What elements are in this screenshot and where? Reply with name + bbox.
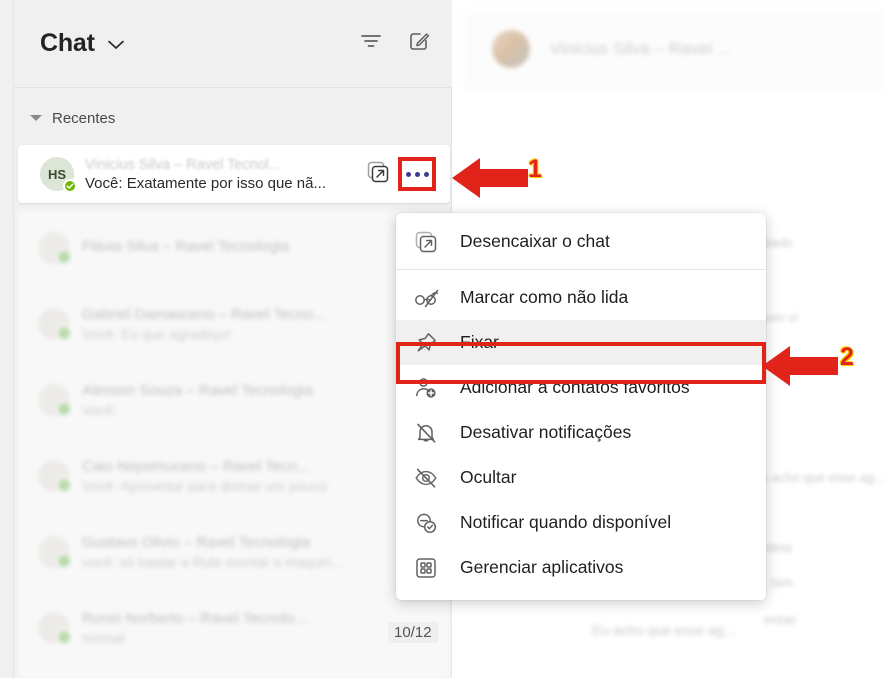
header-actions <box>360 30 430 57</box>
menu-divider <box>396 269 766 270</box>
chat-name: Caio Nepomuceno – Ravel Tecn... <box>82 458 310 475</box>
chat-list-item-active[interactable]: HS Vinicius Silva – Ravel Tecnol... Você… <box>18 145 450 203</box>
blurred-chat-list: Flávia Silva – Ravel Tecnologia Gabriel … <box>18 210 450 678</box>
avatar <box>38 612 72 645</box>
avatar <box>38 232 72 265</box>
conversation-blurred-line: ideia <box>764 540 792 555</box>
more-options-icon[interactable] <box>398 157 436 191</box>
annotation-step-1: 1 <box>528 155 542 183</box>
bell-slash-icon <box>414 421 448 445</box>
recents-group-label: Recentes <box>52 109 116 127</box>
menu-item-manage-apps[interactable]: Gerenciar aplicativos <box>396 545 766 590</box>
caret-down-icon <box>30 115 42 121</box>
menu-item-label: Ocultar <box>460 467 517 487</box>
list-item: Gabriel Damasceno – Ravel Tecno... Você:… <box>18 286 450 362</box>
available-check-icon <box>63 179 77 193</box>
avatar <box>38 460 72 493</box>
menu-item-unpin-chat[interactable]: Desencaixar o chat <box>396 219 766 264</box>
menu-item-label: Desencaixar o chat <box>460 231 610 251</box>
conversation-blurred-line: Eu acho que esse ag... <box>752 470 885 485</box>
conversation-blurred-line: Sim <box>770 575 793 590</box>
conversation-avatar <box>492 29 530 68</box>
avatar: HS <box>40 157 77 193</box>
teams-chat-screen: Vinicius Silva – Ravel ... Estado Bom vi… <box>0 0 886 678</box>
person-add-icon <box>414 376 448 400</box>
menu-item-mark-unread[interactable]: Marcar como não lida <box>396 275 766 320</box>
conversation-bottom-blurred-text: Eu acho que esse ag... <box>592 622 736 638</box>
pop-out-chat-icon[interactable] <box>366 160 390 189</box>
menu-item-mute-notifications[interactable]: Desativar notificações <box>396 410 766 455</box>
avatar <box>38 536 72 569</box>
conversation-title: Vinicius Silva – Ravel ... <box>550 38 732 58</box>
chat-list-rail: Chat Recentes Flávia Silva – Ravel Tecno… <box>0 0 452 678</box>
left-arrow-icon <box>762 343 838 394</box>
chat-preview: você: só bastar a Rute montar a maquin..… <box>82 554 343 570</box>
list-item: Ramaysés Mirdone – Ravel Tec... <box>18 666 450 678</box>
chat-name: Gabriel Damasceno – Ravel Tecno... <box>82 306 327 323</box>
rail-left-edge <box>0 0 14 678</box>
chat-preview: Você: <box>82 402 118 418</box>
chat-name: Flávia Silva – Ravel Tecnologia <box>82 238 290 255</box>
chat-name: Vinicius Silva – Ravel Tecnol... <box>85 156 282 173</box>
avatar <box>38 308 72 341</box>
page-title: Chat <box>40 29 95 57</box>
menu-item-label: Marcar como não lida <box>460 287 629 307</box>
chat-preview: Você: Exatamente por isso que nã... <box>85 174 326 192</box>
conversation-header: Vinicius Silva – Ravel ... <box>462 8 886 90</box>
menu-item-label: Fixar <box>460 332 499 352</box>
chat-preview: Você: Eu que agradeço! <box>82 326 232 342</box>
chevron-down-icon[interactable] <box>107 37 124 55</box>
menu-item-pin[interactable]: Fixar <box>396 320 766 365</box>
chat-list-header: Chat <box>14 0 452 88</box>
mark-unread-glasses-icon <box>414 287 448 309</box>
pop-out-icon <box>414 230 448 254</box>
annotation-step-2: 2 <box>840 343 854 371</box>
notify-available-icon <box>414 511 448 535</box>
chat-preview: Você: Aproveitar para distrair um pouco <box>82 478 328 494</box>
chat-name: Gustavo Olivio – Ravel Tecnologia <box>82 534 311 551</box>
menu-item-label: Desativar notificações <box>460 422 632 442</box>
menu-item-label: Notificar quando disponível <box>460 512 672 532</box>
dot <box>423 171 429 177</box>
pin-icon <box>414 331 448 355</box>
menu-item-label: Adicionar a contatos favoritos <box>460 377 690 397</box>
left-arrow-icon <box>452 155 528 206</box>
dot <box>414 171 420 177</box>
list-item: Gustavo Olivio – Ravel Tecnologia você: … <box>18 514 450 590</box>
avatar-initials: HS <box>47 166 67 182</box>
date-label: 10/12 <box>388 622 438 643</box>
chat-item-text: Vinicius Silva – Ravel Tecnol... Você: E… <box>85 157 366 192</box>
list-item: Flávia Silva – Ravel Tecnologia <box>18 210 450 286</box>
dot <box>405 171 411 177</box>
menu-item-hide[interactable]: Ocultar <box>396 455 766 500</box>
filter-icon[interactable] <box>360 33 382 54</box>
compose-chat-icon[interactable] <box>408 30 430 57</box>
chat-context-menu: Desencaixar o chat Marcar como não lida <box>396 213 766 600</box>
list-item: Ronei Norberto – Ravel Tecnolo... normal <box>18 590 450 666</box>
list-item: Caio Nepomuceno – Ravel Tecn... Você: Ap… <box>18 438 450 514</box>
list-item: Alesson Souza – Ravel Tecnologia Você: <box>18 362 450 438</box>
apps-grid-icon <box>414 556 448 580</box>
menu-item-label: Gerenciar aplicativos <box>460 557 624 577</box>
eye-slash-icon <box>414 466 448 490</box>
menu-item-notify-when-available[interactable]: Notificar quando disponível <box>396 500 766 545</box>
menu-item-add-favorite-contacts[interactable]: Adicionar a contatos favoritos <box>396 365 766 410</box>
chat-name: Alesson Souza – Ravel Tecnologia <box>82 382 313 399</box>
recents-group-header[interactable]: Recentes <box>14 98 452 138</box>
avatar <box>38 384 72 417</box>
